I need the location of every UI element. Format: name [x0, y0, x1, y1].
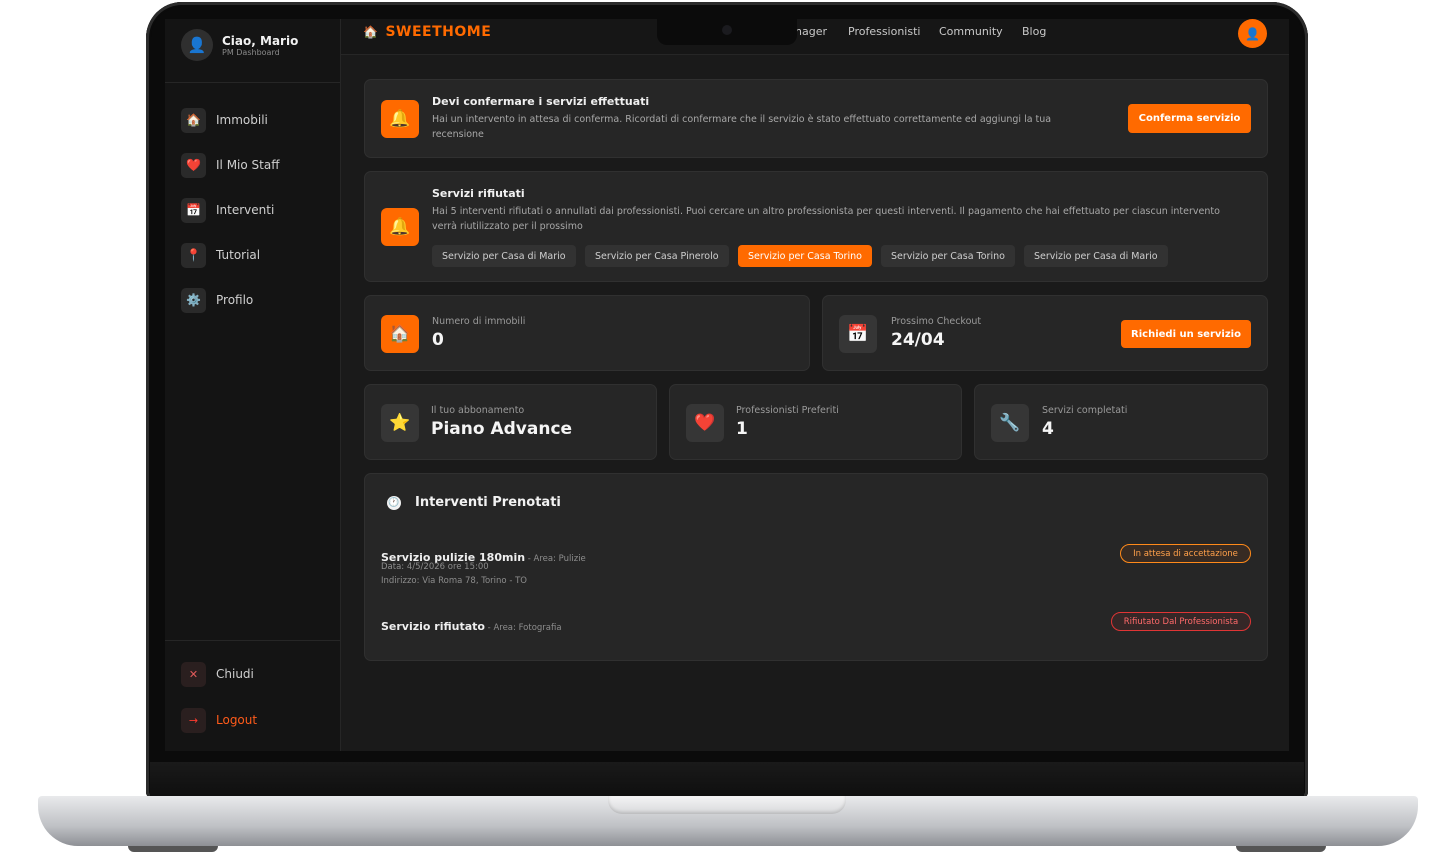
star-icon: ⭐ — [381, 404, 419, 442]
calendar-icon: 📅 — [839, 315, 877, 353]
logout-arrow-icon: → — [181, 707, 206, 733]
sidebar-item-label: Interventi — [216, 203, 275, 217]
completed-label: Servizi completati — [1042, 405, 1128, 416]
properties-label: Numero di immobili — [432, 316, 526, 327]
sidebar-item-label: Immobili — [216, 113, 268, 127]
rejected-chip[interactable]: Servizio per Casa Torino — [881, 245, 1015, 267]
user-role: PM Dashboard — [222, 48, 280, 57]
camera-notch — [657, 19, 797, 45]
divider — [165, 640, 341, 641]
user-box[interactable]: 👤 Ciao, Mario PM Dashboard — [165, 19, 341, 83]
booked-interventions-card: 🕐 Interventi Prenotati Servizio pulizie … — [364, 473, 1268, 661]
confirm-service-button[interactable]: Conferma servizio — [1128, 104, 1251, 133]
close-icon: ✕ — [181, 661, 206, 687]
heart-icon: ❤️ — [181, 152, 206, 178]
sidebar: 👤 Ciao, Mario PM Dashboard 🏠 Immobili ❤️… — [165, 19, 341, 751]
bell-icon: 🔔 — [381, 100, 419, 138]
home-icon: 🏠 — [363, 25, 379, 39]
wrench-icon: 🔧 — [991, 404, 1029, 442]
calendar-icon: 📅 — [181, 197, 206, 223]
service-title: Servizio rifiutato — [381, 620, 485, 633]
heart-icon: ❤️ — [686, 404, 724, 442]
favorites-card: ❤️ Professionisti Preferiti 1 — [669, 384, 962, 460]
sidebar-item-label: Il Mio Staff — [216, 158, 280, 172]
booked-title: Interventi Prenotati — [415, 495, 561, 510]
laptop-foot — [1236, 846, 1326, 852]
sidebar-item-profilo[interactable]: ⚙️ Profilo — [181, 287, 331, 313]
screen: 👤 Ciao, Mario PM Dashboard 🏠 Immobili ❤️… — [165, 19, 1289, 751]
sidebar-item-staff[interactable]: ❤️ Il Mio Staff — [181, 152, 331, 178]
properties-stat-card: 🏠 Numero di immobili 0 — [364, 295, 810, 371]
user-name: Ciao, Mario — [222, 34, 299, 48]
checkout-label: Prossimo Checkout — [891, 316, 982, 327]
nav-link-community[interactable]: Community — [939, 25, 1003, 38]
service-area: - Area: Pulizie — [525, 554, 586, 564]
service-area: - Area: Fotografia — [484, 623, 562, 633]
subscription-label: Il tuo abbonamento — [431, 405, 525, 416]
confirm-text: Hai un intervento in attesa di conferma.… — [432, 114, 1052, 140]
confirm-services-card: 🔔 Devi confermare i servizi effettuati H… — [364, 79, 1268, 158]
booked-row-title[interactable]: Servizio rifiutato - Area: Fotografia — [381, 615, 562, 634]
brand-name: SWEETHOME — [385, 24, 492, 40]
top-header: 🏠 SWEETHOME nager Professionisti Communi… — [341, 19, 1289, 55]
sidebar-item-immobili[interactable]: 🏠 Immobili — [181, 107, 331, 133]
service-date: Data: 4/5/2026 ore 15:00 — [381, 562, 489, 572]
rejected-services-card: 🔔 Servizi rifiutati Hai 5 interventi rif… — [364, 171, 1268, 282]
confirm-title: Devi confermare i servizi effettuati — [432, 95, 650, 108]
clock-icon: 🕐 — [387, 496, 401, 510]
pin-icon: 📍 — [181, 242, 206, 268]
service-address: Indirizzo: Via Roma 78, Torino - TO — [381, 576, 527, 586]
close-button[interactable]: ✕ Chiudi — [181, 661, 331, 687]
home-icon: 🏠 — [381, 315, 419, 353]
user-avatar-icon[interactable]: 👤 — [1238, 19, 1267, 48]
nav-link-blog[interactable]: Blog — [1022, 25, 1046, 38]
status-badge-pending: In attesa di accettazione — [1120, 544, 1251, 563]
logout-button[interactable]: → Logout — [181, 707, 331, 733]
checkout-stat-card: 📅 Prossimo Checkout 24/04 Richiedi un se… — [822, 295, 1268, 371]
rejected-title: Servizi rifiutati — [432, 187, 525, 200]
completed-card: 🔧 Servizi completati 4 — [974, 384, 1268, 460]
laptop-foot — [128, 846, 218, 852]
avatar-icon: 👤 — [181, 29, 213, 61]
favorites-value: 1 — [736, 419, 748, 439]
checkout-value: 24/04 — [891, 330, 945, 350]
request-service-button[interactable]: Richiedi un servizio — [1121, 320, 1251, 348]
nav-link-manager[interactable]: nager — [795, 25, 827, 38]
favorites-label: Professionisti Preferiti — [736, 405, 839, 416]
close-label: Chiudi — [216, 667, 254, 681]
sidebar-item-label: Profilo — [216, 293, 254, 307]
laptop-opening-notch — [608, 796, 846, 814]
rejected-text: Hai 5 interventi rifiutati o annullati d… — [432, 206, 1220, 232]
camera-icon — [722, 25, 732, 35]
gear-icon: ⚙️ — [181, 287, 206, 313]
home-icon: 🏠 — [181, 107, 206, 133]
status-badge-rejected: Rifiutato Dal Professionista — [1111, 612, 1251, 631]
laptop-hinge — [150, 762, 1304, 798]
rejected-chip[interactable]: Servizio per Casa di Mario — [1024, 245, 1168, 267]
logout-label: Logout — [216, 713, 258, 727]
sidebar-item-label: Tutorial — [216, 248, 261, 262]
completed-value: 4 — [1042, 419, 1054, 439]
sidebar-item-tutorial[interactable]: 📍 Tutorial — [181, 242, 331, 268]
sidebar-item-interventi[interactable]: 📅 Interventi — [181, 197, 331, 223]
brand-logo[interactable]: 🏠 SWEETHOME — [363, 24, 491, 40]
rejected-chip[interactable]: Servizio per Casa di Mario — [432, 245, 576, 267]
rejected-chip[interactable]: Servizio per Casa Pinerolo — [585, 245, 729, 267]
subscription-card: ⭐ Il tuo abbonamento Piano Advance — [364, 384, 657, 460]
rejected-chip-active[interactable]: Servizio per Casa Torino — [738, 245, 872, 267]
properties-value: 0 — [432, 330, 444, 350]
bell-icon: 🔔 — [381, 208, 419, 246]
subscription-value: Piano Advance — [431, 419, 573, 439]
nav-link-professionisti[interactable]: Professionisti — [848, 25, 920, 38]
